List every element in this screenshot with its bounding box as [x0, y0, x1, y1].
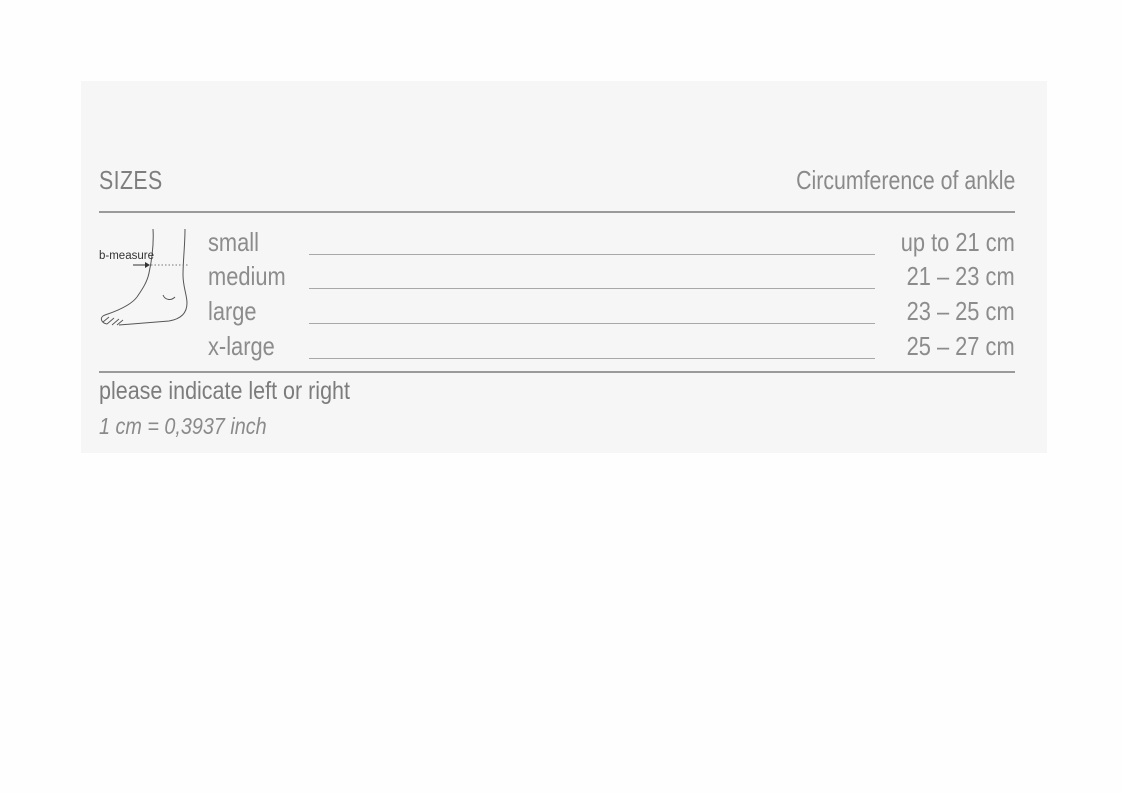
side-note: please indicate left or right	[99, 377, 350, 405]
size-label: medium	[208, 261, 286, 291]
size-range: 21 – 23 cm	[906, 261, 1015, 291]
leader-line	[309, 254, 875, 255]
leader-line	[309, 358, 875, 359]
size-label: small	[208, 227, 259, 257]
size-row: medium 21 – 23 cm	[208, 261, 1015, 295]
unit-conversion: 1 cm = 0,3937 inch	[99, 413, 267, 439]
size-row: small up to 21 cm	[208, 227, 1015, 261]
top-divider	[99, 211, 1015, 213]
size-range: 23 – 25 cm	[906, 296, 1015, 326]
circumference-header: Circumference of ankle	[795, 165, 1015, 195]
size-range: up to 21 cm	[900, 227, 1015, 257]
sizes-title: SIZES	[99, 165, 163, 195]
size-row: large 23 – 25 cm	[208, 296, 1015, 330]
size-row: x-large 25 – 27 cm	[208, 331, 1015, 365]
size-chart-panel: SIZES Circumference of ankle b-measure s…	[81, 81, 1047, 453]
size-label: large	[208, 296, 257, 326]
size-label: x-large	[208, 331, 275, 361]
leader-line	[309, 323, 875, 324]
leader-line	[309, 288, 875, 289]
b-measure-label: b-measure	[99, 250, 154, 262]
size-range: 25 – 27 cm	[906, 331, 1015, 361]
ankle-foot-diagram-icon: b-measure	[99, 228, 189, 326]
bottom-divider	[99, 371, 1015, 373]
